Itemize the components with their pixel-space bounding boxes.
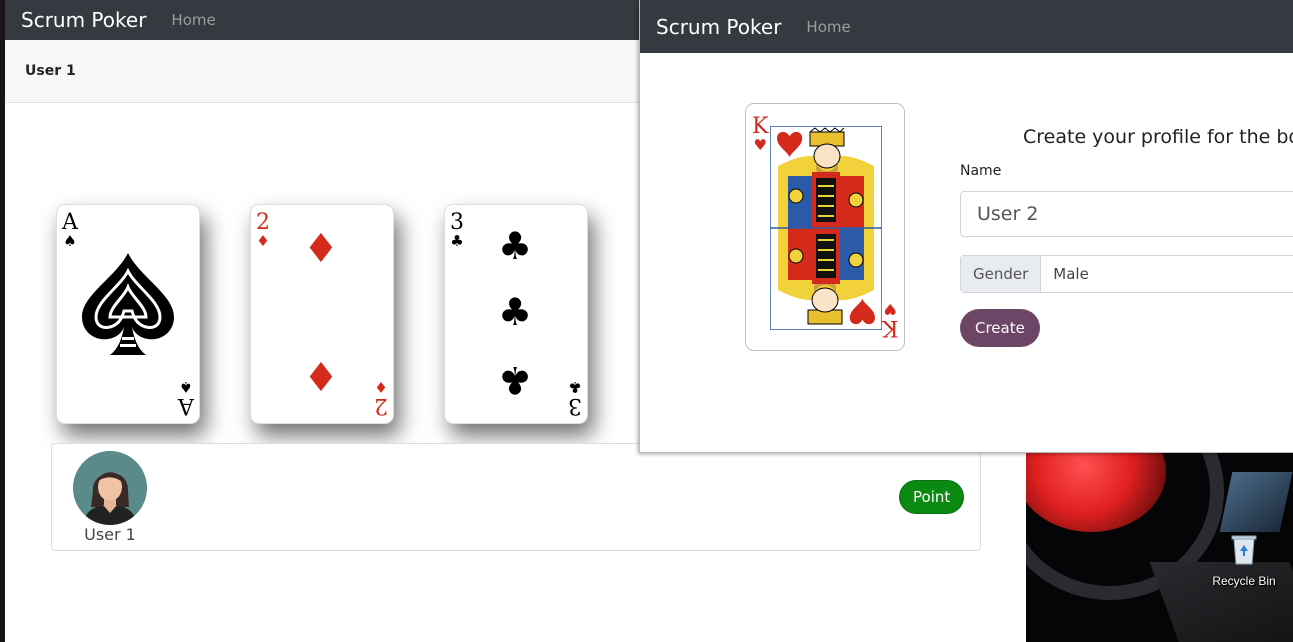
player-panel: User 1 Point [51, 443, 981, 551]
point-button[interactable]: Point [899, 480, 965, 514]
create-button[interactable]: Create [960, 309, 1040, 347]
female-avatar-icon [73, 451, 147, 525]
club-icon: ♣ [498, 358, 533, 402]
card-rank: 3 [450, 210, 464, 235]
card-suit: ♦ [256, 232, 270, 250]
club-icon: ♣ [498, 224, 533, 268]
brand-link[interactable]: Scrum Poker [656, 15, 781, 39]
recycle-bin-label: Recycle Bin [1212, 574, 1276, 588]
card-suit: ♠ [63, 232, 77, 250]
player-name: User 1 [84, 525, 136, 544]
nav-home-link[interactable]: Home [171, 11, 215, 29]
spade-icon [82, 253, 174, 355]
name-label: Name [960, 163, 1002, 179]
gender-select-group[interactable]: Gender Male [960, 255, 1293, 293]
name-input[interactable]: User 2 [960, 191, 1293, 237]
card-rank: 2 [256, 210, 270, 235]
nav-home-link[interactable]: Home [806, 18, 850, 36]
profile-title: Create your profile for the boa [1023, 126, 1293, 148]
create-profile-window: Scrum Poker Home K ♥ K ♥ Create your pro… [639, 0, 1293, 453]
current-user-name: User 1 [25, 63, 76, 79]
navbar: Scrum Poker Home [640, 0, 1293, 53]
card-rank: K [752, 114, 769, 139]
card-two-of-diamonds[interactable]: 2 ♦ ♦ ♦ 2 ♦ [250, 204, 394, 424]
card-suit: ♣ [450, 232, 464, 250]
gender-label: Gender [961, 256, 1042, 292]
gender-select[interactable]: Male [1041, 256, 1101, 292]
diamond-icon: ♦ [303, 352, 339, 398]
card-king-of-hearts: K ♥ K ♥ [745, 103, 905, 351]
recycle-bin-shortcut[interactable]: Recycle Bin [1208, 532, 1280, 588]
avatar [73, 451, 147, 525]
brand-link[interactable]: Scrum Poker [21, 8, 146, 32]
card-ace-of-spades[interactable]: A ♠ A ♠ [56, 204, 200, 424]
club-icon: ♣ [498, 290, 533, 334]
diamond-icon: ♦ [303, 226, 339, 272]
king-face-icon [770, 126, 882, 330]
name-input-value: User 2 [977, 203, 1039, 225]
card-three-of-clubs[interactable]: 3 ♣ ♣ ♣ ♣ 3 ♣ [444, 204, 588, 424]
card-rank: A [62, 210, 78, 235]
card-suit: ♥ [753, 136, 767, 154]
recycle-bin-icon [1231, 535, 1257, 565]
